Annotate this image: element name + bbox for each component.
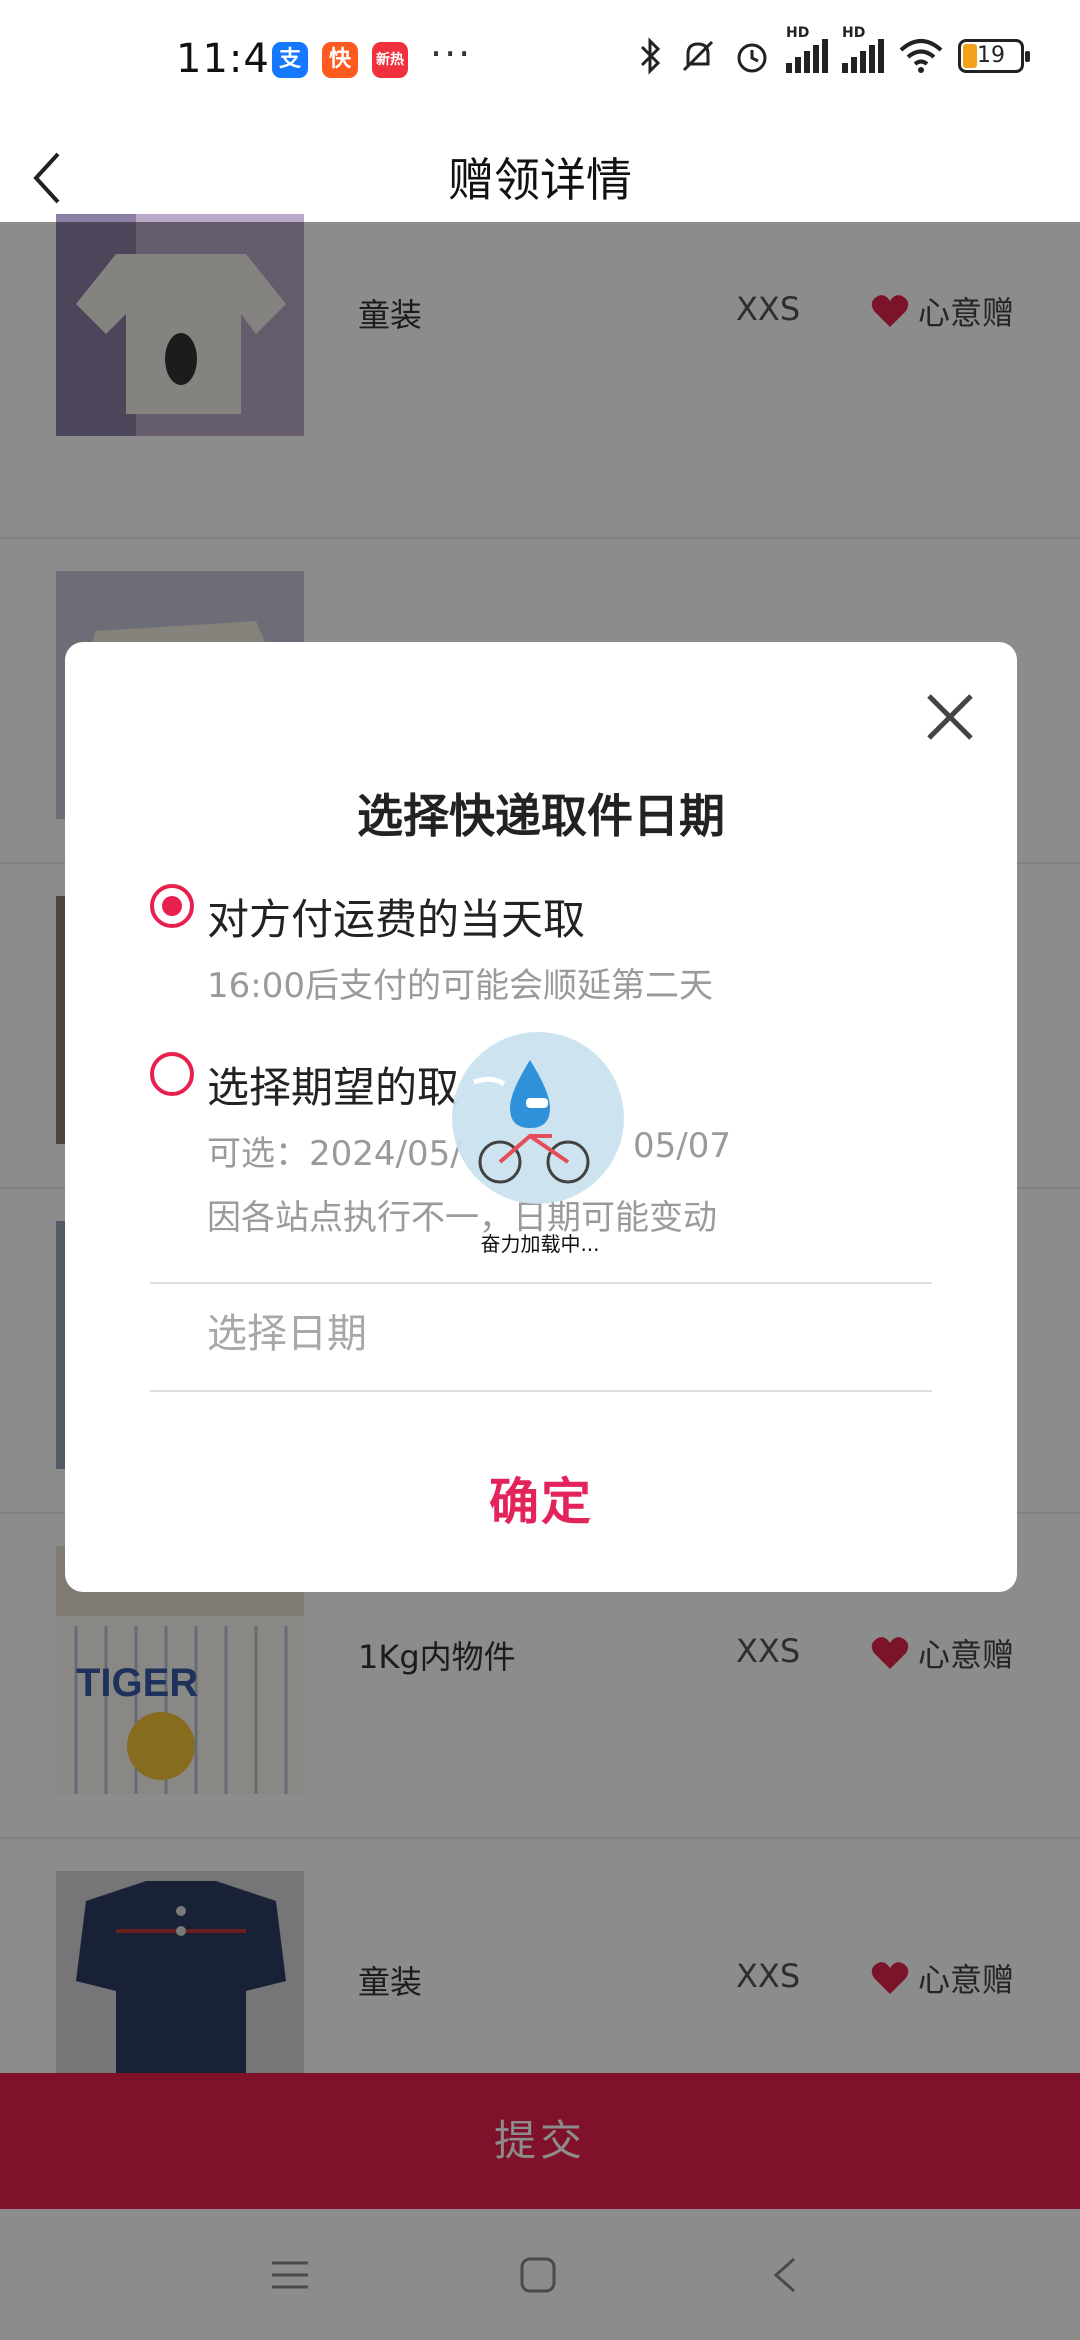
kuaishou-icon: 快	[322, 42, 358, 78]
signal-2: HD	[842, 25, 884, 73]
option-same-day-note: 16:00后支付的可能会顺延第二天	[207, 966, 713, 1006]
dialog-title: 选择快递取件日期	[357, 789, 725, 843]
page-header: 赠领详情	[0, 120, 1080, 222]
mute-bell-icon	[682, 40, 714, 72]
alarm-icon	[737, 43, 767, 73]
loading-text: 奋力加载中...	[480, 1232, 600, 1256]
signal-1: HD	[786, 25, 828, 73]
option-date-range-end: 05/07	[633, 1126, 731, 1166]
loading-mascot-icon	[452, 1032, 624, 1204]
page-title: 赠领详情	[448, 153, 632, 207]
status-more-icon: ···	[430, 32, 473, 76]
hd-label-2: HD	[842, 25, 866, 41]
radio-choose-date[interactable]	[150, 1052, 194, 1096]
battery-icon: 19	[958, 39, 1030, 73]
option-same-day-label[interactable]: 对方付运费的当天取	[207, 886, 585, 947]
confirm-button[interactable]: 确定	[65, 1462, 1017, 1534]
radio-same-day[interactable]	[150, 884, 194, 928]
wifi-icon	[899, 39, 943, 73]
loading-indicator: 奋力加载中...	[440, 1032, 640, 1262]
bluetooth-icon	[640, 37, 661, 75]
close-icon	[927, 694, 973, 740]
signal-1-icon	[786, 39, 828, 73]
date-input[interactable]	[150, 1282, 932, 1386]
signal-2-icon	[842, 39, 884, 73]
status-bar: 11:49 支 快 新热 ··· HD HD 19	[0, 0, 1080, 120]
alipay-icon: 支	[272, 42, 308, 78]
status-indicators: HD HD 19	[638, 25, 1030, 76]
hd-label-1: HD	[786, 25, 810, 41]
news-icon: 新热	[372, 42, 408, 78]
option-choose-date-label[interactable]: 选择期望的取	[207, 1054, 459, 1115]
option-date-range: 可选：2024/05/	[207, 1134, 462, 1174]
close-button[interactable]	[913, 680, 987, 754]
battery-level: 19	[977, 43, 1005, 68]
divider	[150, 1390, 932, 1392]
